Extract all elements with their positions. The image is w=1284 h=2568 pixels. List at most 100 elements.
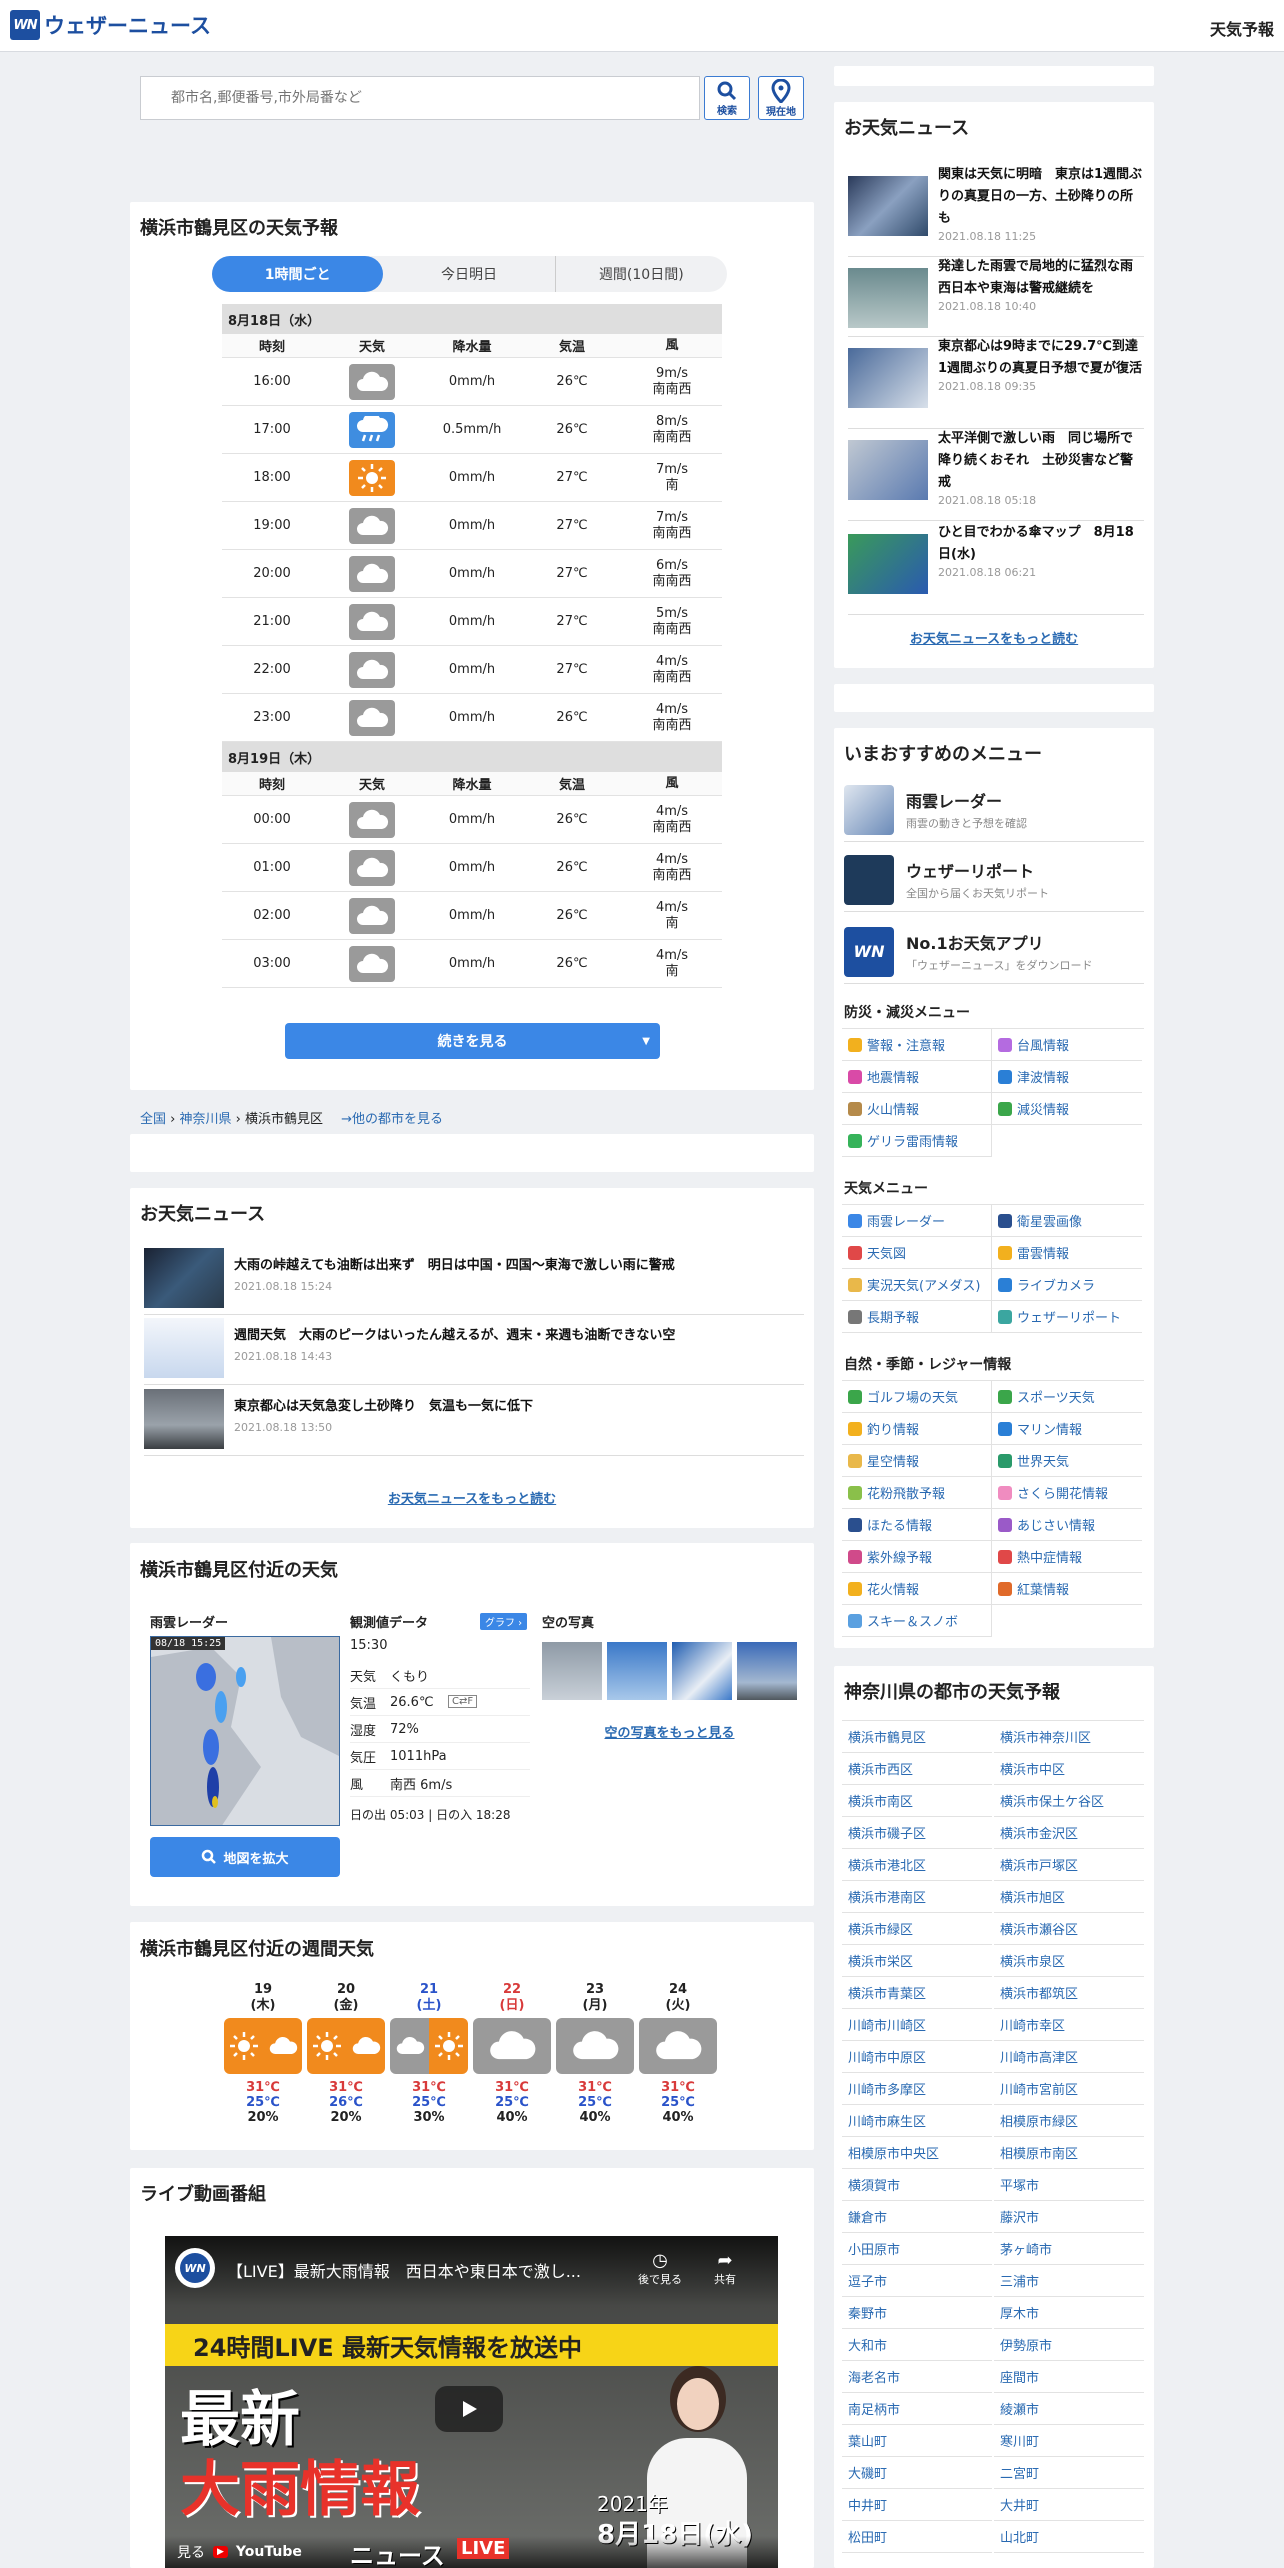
city-link[interactable]: 秦野市 <box>842 2297 992 2329</box>
city-link[interactable]: 茅ヶ崎市 <box>994 2233 1144 2265</box>
tab-weekly-10day[interactable]: 週間(10日間) <box>554 256 727 292</box>
menu-item[interactable]: 警報・注意報 <box>842 1029 992 1061</box>
tab-today-tomorrow[interactable]: 今日明日 <box>383 256 554 292</box>
city-link[interactable]: 横浜市都筑区 <box>994 1977 1144 2009</box>
news-item[interactable]: ひと目でわかる傘マップ 8月18日(水) 2021.08.18 06:21 <box>848 522 1144 594</box>
news-item[interactable]: 関東は天気に明暗 東京は1週間ぶりの真夏日の一方、土砂降りの所も 2021.08.… <box>848 164 1144 243</box>
city-link[interactable]: 大井町 <box>994 2489 1144 2521</box>
recommend-item[interactable]: 雨雲レーダー 雨雲の動きと予想を確認 <box>844 778 1144 842</box>
city-link[interactable]: 南足柄市 <box>842 2393 992 2425</box>
city-link[interactable]: 川崎市川崎区 <box>842 2009 992 2041</box>
city-link[interactable]: 横浜市南区 <box>842 1785 992 1817</box>
city-link[interactable]: 大和市 <box>842 2329 992 2361</box>
watch-later-button[interactable]: ◷ 後で見る <box>630 2250 690 2287</box>
menu-item[interactable]: 花火情報 <box>842 1573 992 1605</box>
city-link[interactable]: 川崎市中原区 <box>842 2041 992 2073</box>
search-input[interactable] <box>140 76 700 120</box>
site-logo[interactable]: WN ウェザーニュース <box>10 10 211 40</box>
tab-hourly[interactable]: 1時間ごと <box>212 256 384 292</box>
watch-on-youtube[interactable]: 見る ▶ YouTube <box>177 2542 302 2562</box>
search-button[interactable]: 検索 <box>704 76 750 120</box>
radar-map[interactable]: 08/18 15:25 <box>150 1636 340 1826</box>
city-link[interactable]: 松田町 <box>842 2521 992 2553</box>
city-link[interactable]: 綾瀬市 <box>994 2393 1144 2425</box>
show-more-button[interactable]: 続きを見る ▼ <box>285 1023 660 1059</box>
menu-item[interactable]: 衛星雲画像 <box>992 1205 1142 1237</box>
city-link[interactable]: 横浜市港北区 <box>842 1849 992 1881</box>
unit-toggle[interactable]: C⇄F <box>448 1695 478 1708</box>
city-link[interactable]: 海老名市 <box>842 2361 992 2393</box>
menu-item[interactable]: ウェザーリポート <box>992 1301 1142 1333</box>
sky-photo[interactable] <box>737 1642 797 1700</box>
news-item[interactable]: 発達した雨雲で局地的に猛烈な雨 西日本や東海は警戒継続を 2021.08.18 1… <box>848 256 1146 328</box>
menu-item[interactable]: さくら開花情報 <box>992 1477 1142 1509</box>
other-cities-link[interactable]: →他の都市を見る <box>341 1112 443 1127</box>
sky-photos-more-link[interactable]: 空の写真をもっと見る <box>542 1722 797 1741</box>
menu-item[interactable]: 雨雲レーダー <box>842 1205 992 1237</box>
news-item[interactable]: 太平洋側で激しい雨 同じ場所で降り続くおそれ 土砂災害など警戒 2021.08.1… <box>848 428 1144 507</box>
city-link[interactable]: 横浜市港南区 <box>842 1881 992 1913</box>
menu-item[interactable]: 減災情報 <box>992 1093 1142 1125</box>
city-link[interactable]: 逗子市 <box>842 2265 992 2297</box>
breadcrumb-japan[interactable]: 全国 <box>140 1112 166 1127</box>
sky-photo[interactable] <box>672 1642 732 1700</box>
city-link[interactable]: 小田原市 <box>842 2233 992 2265</box>
city-link[interactable]: 横浜市保土ケ谷区 <box>994 1785 1144 1817</box>
weather-forecast-link[interactable]: 天気予報 <box>1210 16 1274 40</box>
news-item[interactable]: 週間天気 大雨のピークはいったん越えるが、週末・来週も油断できない空 2021.0… <box>144 1318 804 1378</box>
city-link[interactable]: 横浜市緑区 <box>842 1913 992 1945</box>
news-item[interactable]: 大雨の峠越えても油断は出来ず 明日は中国・四国～東海で激しい雨に警戒 2021.0… <box>144 1248 804 1308</box>
news-more-link[interactable]: お天気ニュースをもっと読む <box>130 1488 814 1507</box>
city-link[interactable]: 横浜市栄区 <box>842 1945 992 1977</box>
menu-item[interactable]: 実況天気(アメダス) <box>842 1269 992 1301</box>
city-link[interactable]: 横浜市戸塚区 <box>994 1849 1144 1881</box>
city-link[interactable]: 葉山町 <box>842 2425 992 2457</box>
city-link[interactable]: 横浜市旭区 <box>994 1881 1144 1913</box>
news-item[interactable]: 東京都心は9時までに29.7℃到達 1週間ぶりの真夏日予想で夏が復活 2021.0… <box>848 336 1151 408</box>
city-link[interactable]: 厚木市 <box>994 2297 1144 2329</box>
menu-item[interactable]: 雷雲情報 <box>992 1237 1142 1269</box>
menu-item[interactable]: ゴルフ場の天気 <box>842 1381 992 1413</box>
city-link[interactable]: 藤沢市 <box>994 2201 1144 2233</box>
recommend-item[interactable]: ウェザーリポート 全国から届くお天気リポート <box>844 848 1144 912</box>
graph-button[interactable]: グラフ › <box>480 1613 528 1630</box>
menu-item[interactable]: 世界天気 <box>992 1445 1142 1477</box>
city-link[interactable]: 横浜市泉区 <box>994 1945 1144 1977</box>
menu-item[interactable]: ゲリラ雷雨情報 <box>842 1125 992 1157</box>
city-link[interactable]: 川崎市幸区 <box>994 2009 1144 2041</box>
share-button[interactable]: ➦ 共有 <box>705 2250 745 2287</box>
city-link[interactable]: 相模原市緑区 <box>994 2105 1144 2137</box>
menu-item[interactable]: 紫外線予報 <box>842 1541 992 1573</box>
expand-map-button[interactable]: 地図を拡大 <box>150 1837 340 1877</box>
city-link[interactable]: 川崎市宮前区 <box>994 2073 1144 2105</box>
menu-item[interactable]: 紅葉情報 <box>992 1573 1142 1605</box>
menu-item[interactable]: あじさい情報 <box>992 1509 1142 1541</box>
city-link[interactable]: 座間市 <box>994 2361 1144 2393</box>
menu-item[interactable]: 台風情報 <box>992 1029 1142 1061</box>
city-link[interactable]: 二宮町 <box>994 2457 1144 2489</box>
menu-item[interactable]: スポーツ天気 <box>992 1381 1142 1413</box>
city-link[interactable]: 伊勢原市 <box>994 2329 1144 2361</box>
sky-photo[interactable] <box>542 1642 602 1700</box>
city-link[interactable]: 山北町 <box>994 2521 1144 2553</box>
menu-item[interactable]: スキー＆スノボ <box>842 1605 992 1637</box>
city-link[interactable]: 寒川町 <box>994 2425 1144 2457</box>
channel-avatar[interactable]: WN <box>175 2248 215 2288</box>
menu-item[interactable]: 火山情報 <box>842 1093 992 1125</box>
menu-item[interactable]: 釣り情報 <box>842 1413 992 1445</box>
city-link[interactable]: 横浜市中区 <box>994 1753 1144 1785</box>
city-link[interactable]: 横浜市瀬谷区 <box>994 1913 1144 1945</box>
menu-item[interactable]: 津波情報 <box>992 1061 1142 1093</box>
menu-item[interactable]: ライブカメラ <box>992 1269 1142 1301</box>
play-button[interactable] <box>435 2386 503 2432</box>
city-link[interactable]: 横須賀市 <box>842 2169 992 2201</box>
city-link[interactable]: 三浦市 <box>994 2265 1144 2297</box>
menu-item[interactable]: 花粉飛散予報 <box>842 1477 992 1509</box>
menu-item[interactable]: ほたる情報 <box>842 1509 992 1541</box>
menu-item[interactable]: 天気図 <box>842 1237 992 1269</box>
city-link[interactable]: 横浜市青葉区 <box>842 1977 992 2009</box>
city-link[interactable]: 横浜市西区 <box>842 1753 992 1785</box>
menu-item[interactable]: マリン情報 <box>992 1413 1142 1445</box>
live-video-player[interactable]: WN 【LIVE】最新大雨情報 西日本や東日本で激し... ◷ 後で見る ➦ 共… <box>165 2236 778 2568</box>
recommend-item[interactable]: WN No.1お天気アプリ 「ウェザーニュース」をダウンロード <box>844 920 1144 984</box>
